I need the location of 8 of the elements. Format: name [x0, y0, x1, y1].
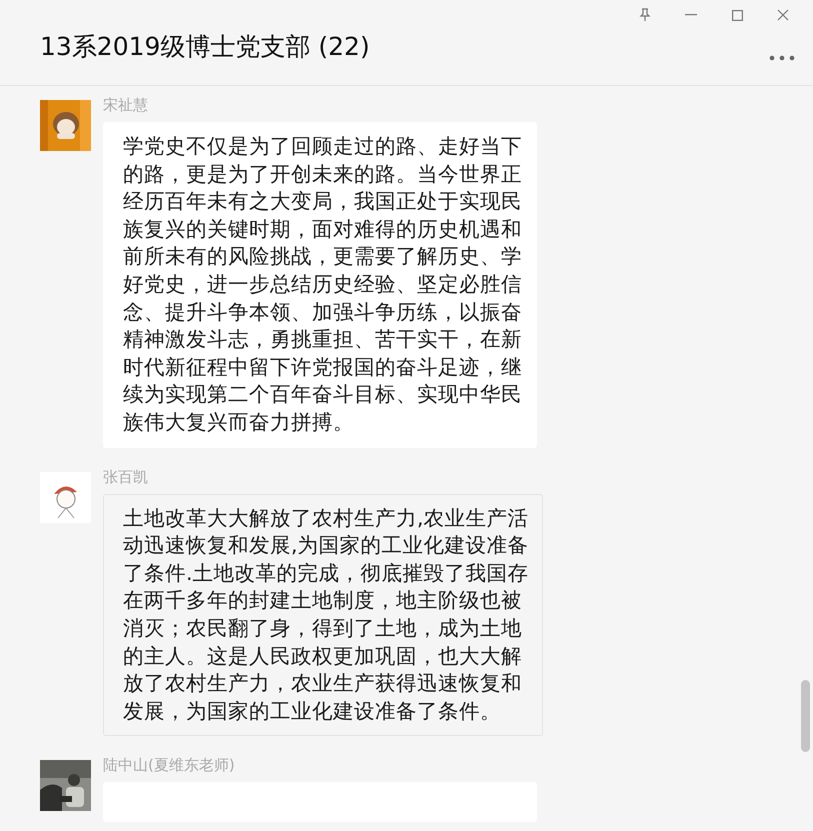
sender-name: 宋祉慧	[103, 96, 149, 114]
more-icon[interactable]	[769, 54, 795, 60]
sender-name: 张百凯	[103, 468, 149, 486]
message-bubble: 土地改革大大解放了农村生产力,农业生产活动迅速恢复和发展,为国家的工业化建设准备了条件.土地改革的完成，彻底摧毁了我国存在两千多年的封建土地制度，地主阶级也被消灭；农民翻了身，得到了土地，成为土地的主人。这是人民政权更加巩固，也大大解放了农村生产力，农业生产获得迅速恢复和发展，为国家的工业化建设准备了条件。	[103, 494, 543, 736]
message-bubble: 学党史不仅是为了回顾走过的路、走好当下的路，更是为了开创未来的路。当今世界正经历百年未有之大变局，我国正处于实现民族复兴的关键时期，面对难得的历史机遇和前所未有的风险挑战，更需要了解历史、学好党史，进一步总结历史经验、坚定必胜信念、提升斗争本领、加强斗争历练，以振奋精神激发斗志，勇挑重担、苦干实干，在新时代新征程中留下许党报国的奋斗足迹，继续为实现第二个百年奋斗目标、实现中华民族伟大复兴而奋力拼搏。	[103, 122, 537, 448]
sender-name: 陆中山(夏维东老师)	[103, 756, 236, 774]
window-title: 13系2019级博士党支部 (22)	[40, 31, 370, 63]
scrollbar-thumb[interactable]	[801, 680, 810, 752]
